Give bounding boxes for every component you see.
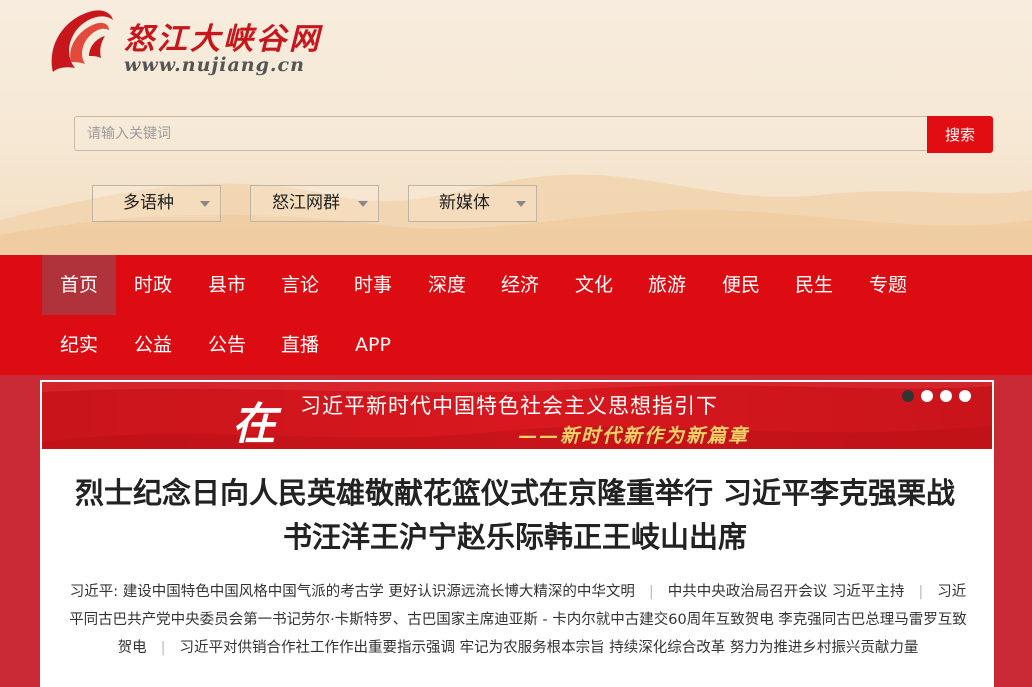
dropdown-label: 多语种 <box>123 193 174 213</box>
site-header: 怒江大峡谷网 www.nujiang.cn 搜索 多语种 怒江网群 新媒体 <box>0 0 1032 255</box>
search-input[interactable] <box>74 116 927 151</box>
nav-item-app[interactable]: APP <box>336 315 410 375</box>
divider: | <box>918 584 924 600</box>
search-button[interactable]: 搜索 <box>927 116 993 153</box>
related-link[interactable]: 中共中央政治局召开会议 习近平主持 <box>668 584 905 600</box>
nav-item-economy[interactable]: 经济 <box>483 255 557 315</box>
nav-item-announcements[interactable]: 公告 <box>190 315 264 375</box>
dropdown-languages[interactable]: 多语种 <box>92 185 221 222</box>
nav-item-livelihood[interactable]: 民生 <box>777 255 851 315</box>
banner-big-character: 在 <box>232 399 276 449</box>
nav-item-home[interactable]: 首页 <box>42 255 116 315</box>
dropdown-label: 新媒体 <box>439 193 490 213</box>
nav-item-culture[interactable]: 文化 <box>557 255 631 315</box>
nav-item-politics[interactable]: 时政 <box>116 255 190 315</box>
banner-subtitle: ——新时代新作为新篇章 <box>518 425 750 447</box>
dropdown-new-media[interactable]: 新媒体 <box>408 185 537 222</box>
related-link[interactable]: 习近平: 建设中国特色中国风格中国气派的考古学 更好认识源远流长博大精深的中华文… <box>70 584 635 600</box>
nav-item-live[interactable]: 直播 <box>263 315 337 375</box>
carousel-dot[interactable] <box>959 390 971 402</box>
nav-item-charity[interactable]: 公益 <box>116 315 190 375</box>
divider: | <box>648 584 654 600</box>
headline-link[interactable]: 烈士纪念日向人民英雄敬献花篮仪式在京隆重举行 习近平李克强栗战书汪洋王沪宁赵乐际… <box>70 471 960 559</box>
nav-item-travel[interactable]: 旅游 <box>630 255 704 315</box>
nav-item-documentary[interactable]: 纪实 <box>42 315 116 375</box>
slogan-banner[interactable]: 在 习近平新时代中国特色社会主义思想指引下 ——新时代新作为新篇章 <box>42 382 992 449</box>
site-logo-icon[interactable] <box>45 6 117 78</box>
banner-title: 习近平新时代中国特色社会主义思想指引下 <box>300 394 718 418</box>
site-title[interactable]: 怒江大峡谷网 <box>124 14 322 58</box>
nav-item-public-services[interactable]: 便民 <box>704 255 778 315</box>
main-navigation: 首页 时政 县市 言论 时事 深度 经济 文化 旅游 便民 民生 专题 纪实 公… <box>0 255 1032 375</box>
caret-down-icon <box>516 201 526 207</box>
divider: | <box>160 640 166 656</box>
caret-down-icon <box>200 201 210 207</box>
nav-item-opinion[interactable]: 言论 <box>263 255 337 315</box>
carousel-dot-active[interactable] <box>902 390 914 402</box>
site-url[interactable]: www.nujiang.cn <box>124 54 305 76</box>
related-link[interactable]: 习近平对供销合作社工作作出重要指示强调 牢记为农服务根本宗旨 持续深化综合改革 … <box>180 640 919 656</box>
nav-item-topics[interactable]: 专题 <box>851 255 925 315</box>
related-links: 习近平: 建设中国特色中国风格中国气派的考古学 更好认识源远流长博大精深的中华文… <box>66 578 970 662</box>
caret-down-icon <box>358 201 368 207</box>
nav-item-counties[interactable]: 县市 <box>190 255 264 315</box>
dropdown-label: 怒江网群 <box>272 193 340 213</box>
nav-item-in-depth[interactable]: 深度 <box>410 255 484 315</box>
nav-item-current-affairs[interactable]: 时事 <box>336 255 410 315</box>
carousel-dot[interactable] <box>940 390 952 402</box>
carousel-dot[interactable] <box>921 390 933 402</box>
dropdown-nujiang-network[interactable]: 怒江网群 <box>250 185 379 222</box>
